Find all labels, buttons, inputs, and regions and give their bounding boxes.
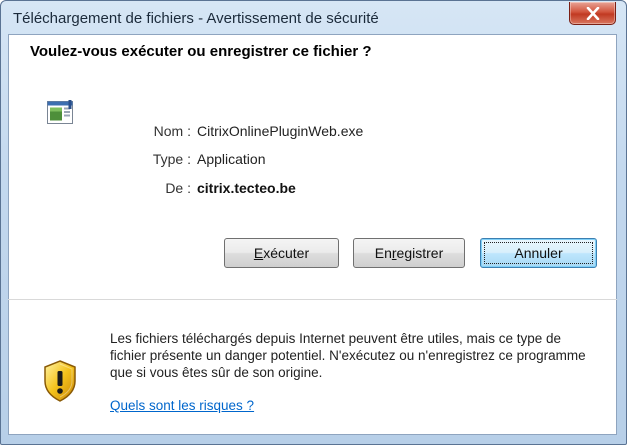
focus-indicator bbox=[484, 242, 593, 264]
type-label: Type : bbox=[152, 151, 191, 167]
dialog-question: Voulez-vous exécuter ou enregistrer ce f… bbox=[30, 43, 372, 60]
warning-message: Les fichiers téléchargés depuis Internet… bbox=[110, 331, 586, 380]
close-button[interactable] bbox=[569, 2, 616, 25]
window-title: Téléchargement de fichiers - Avertisseme… bbox=[13, 10, 379, 27]
name-label: Nom : bbox=[153, 123, 191, 139]
name-value: CitrixOnlinePluginWeb.exe bbox=[197, 123, 364, 139]
close-icon bbox=[586, 6, 599, 20]
save-button-label: Enregistrer bbox=[374, 245, 444, 261]
type-value: Application bbox=[197, 151, 266, 167]
cancel-button[interactable]: Annuler bbox=[480, 238, 597, 268]
run-button-label: Exécuter bbox=[253, 245, 310, 261]
title-bar[interactable]: Téléchargement de fichiers - Avertisseme… bbox=[1, 1, 626, 35]
application-file-icon bbox=[47, 100, 73, 131]
security-shield-warning-icon bbox=[42, 359, 78, 408]
run-button[interactable]: Exécuter bbox=[224, 238, 339, 268]
risks-help-link[interactable]: Quels sont les risques ? bbox=[110, 398, 254, 413]
save-button[interactable]: Enregistrer bbox=[353, 238, 465, 268]
divider bbox=[8, 299, 617, 300]
source-label: De : bbox=[165, 180, 191, 196]
source-value: citrix.tecteo.be bbox=[197, 180, 296, 196]
